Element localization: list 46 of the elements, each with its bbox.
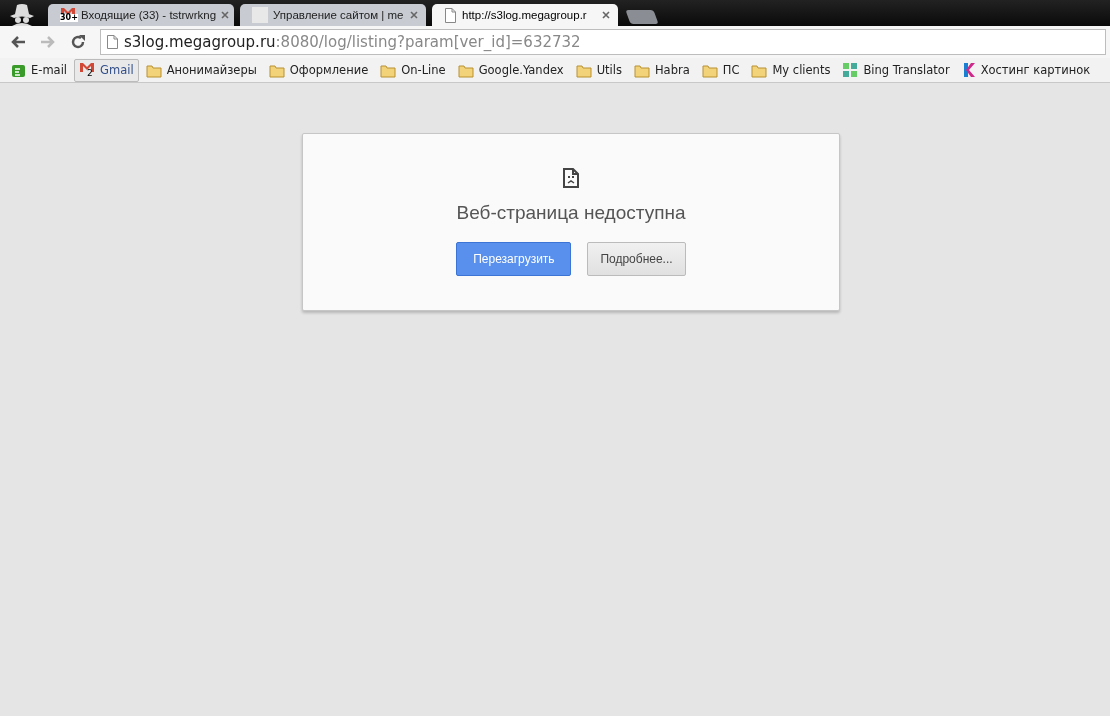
folder-icon <box>145 62 162 78</box>
bookmark[interactable]: Google.Yandex <box>452 58 569 82</box>
folder-icon <box>268 62 285 78</box>
k-logo-icon <box>961 62 976 78</box>
browser-tab[interactable]: 30+ Входящие (33) - tstrwrkng <box>48 4 234 26</box>
bookmark[interactable]: Bing Translator <box>837 58 955 82</box>
folder-icon <box>380 62 397 78</box>
folder-icon <box>575 62 592 78</box>
folder-icon <box>701 62 718 78</box>
reload-icon[interactable] <box>70 34 86 50</box>
translate-icon <box>842 62 859 78</box>
url-host: s3log.megagroup.ru <box>124 33 276 51</box>
address-bar[interactable]: s3log.megagroup.ru:8080/log/listing?param[ver_id]=632732 <box>100 29 1106 55</box>
close-icon[interactable] <box>410 11 418 19</box>
unread-count: 30+ <box>60 14 78 22</box>
unread-count: 2 <box>87 69 93 78</box>
bookmark[interactable]: Хостинг картинок <box>956 58 1096 82</box>
back-icon[interactable] <box>10 35 26 49</box>
bookmark[interactable]: Анонимайзеры <box>140 58 262 82</box>
bookmark[interactable]: My clients <box>746 58 836 82</box>
new-tab-button[interactable] <box>625 10 659 24</box>
close-icon[interactable] <box>602 11 610 19</box>
sad-page-icon <box>563 168 579 188</box>
folder-icon <box>633 62 650 78</box>
tab-title: http://s3log.megagroup.r <box>462 9 588 21</box>
details-button[interactable]: Подробнее... <box>587 242 686 276</box>
bookmark[interactable]: Оформление <box>263 58 374 82</box>
app-logo-icon <box>11 62 26 78</box>
bookmark[interactable]: Utils <box>570 58 627 82</box>
bookmark[interactable]: On-Line <box>375 58 451 82</box>
page-icon <box>107 35 118 49</box>
blank-favicon-icon <box>252 7 268 23</box>
close-icon[interactable] <box>221 11 230 19</box>
bookmark[interactable]: Habra <box>628 58 695 82</box>
browser-tab[interactable]: Управление сайтом | me <box>240 4 426 26</box>
bookmark[interactable]: ПС <box>696 58 745 82</box>
error-title: Веб-страница недоступна <box>456 202 686 224</box>
page-icon <box>444 7 457 23</box>
bookmark[interactable]: E-mail <box>6 58 73 82</box>
tab-title: Управление сайтом | me <box>273 9 405 21</box>
folder-icon <box>751 62 768 78</box>
tab-title: Входящие (33) - tstrwrkng <box>81 9 217 21</box>
folder-icon <box>457 62 474 78</box>
url-path: :8080/log/listing?param[ver_id]=632732 <box>275 33 581 51</box>
bookmark[interactable]: 2 Gmail <box>74 58 139 82</box>
browser-tab[interactable]: http://s3log.megagroup.r <box>432 4 618 26</box>
